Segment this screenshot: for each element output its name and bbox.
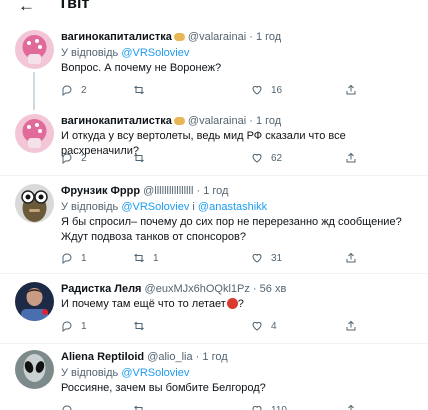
retweet-button[interactable]: [133, 320, 153, 332]
heart-icon: [252, 253, 262, 263]
tweet-text: И почему там ещё что то летает?: [61, 298, 244, 310]
mention-link[interactable]: @VRSoloviev: [121, 201, 189, 213]
tweet-header: Радистка Леля @euxMJx6hOQkl1Pz · 56 хв: [61, 283, 287, 295]
tweet-text: Россияне, зачем вы бомбите Белгород?: [61, 382, 266, 394]
author-name[interactable]: вагинокапиталистка: [61, 115, 172, 127]
share-icon: [346, 84, 356, 95]
bread-emoji-icon: [173, 33, 185, 41]
author-handle[interactable]: @valarainai: [188, 115, 246, 127]
reply-icon: [62, 153, 72, 164]
retweet-button[interactable]: [133, 84, 153, 96]
reply-icon: [62, 253, 72, 264]
retweet-button[interactable]: [133, 152, 153, 164]
tweet[interactable]: вагинокапиталистка @valarainai · 1 год У…: [0, 22, 428, 110]
like-button[interactable]: 4: [251, 320, 277, 332]
retweet-icon: [134, 153, 144, 163]
author-handle[interactable]: @llllllllllllllll: [143, 185, 193, 197]
share-button[interactable]: [345, 84, 357, 96]
tweet-header: вагинокапиталистка @valarainai · 1 год: [61, 115, 282, 127]
retweet-icon: [134, 85, 144, 95]
reply-icon: [62, 405, 72, 410]
like-button[interactable]: 62: [251, 152, 282, 164]
author-handle[interactable]: @valarainai: [188, 31, 246, 43]
page-title: Твіт: [58, 0, 90, 12]
tweet[interactable]: вагинокапиталистка @valarainai · 1 год И…: [0, 106, 428, 176]
author-name[interactable]: Радистка Леля: [61, 283, 141, 295]
timestamp[interactable]: 1 год: [203, 185, 228, 197]
retweet-icon: [134, 405, 143, 410]
reply-to: У відповідь @VRSoloviev: [61, 47, 190, 59]
angry-face-emoji-icon: [226, 298, 238, 309]
reply-to: У відповідь @VRSoloviev і @anastashikk: [61, 201, 268, 213]
heart-icon: [252, 85, 262, 95]
tweet-header: вагинокапиталистка @valarainai · 1 год: [61, 31, 282, 43]
tweet-header: Aliena Reptiloid @alio_lia · 1 год: [61, 351, 228, 363]
like-button[interactable]: 31: [251, 252, 282, 264]
reply-button[interactable]: 1: [61, 252, 87, 264]
retweet-icon: [134, 321, 144, 331]
top-bar: ← Твіт: [0, 0, 428, 18]
author-name[interactable]: Фрунзик Фррр: [61, 185, 140, 197]
thread-line: [33, 72, 35, 110]
reply-button[interactable]: 1: [61, 320, 87, 332]
timestamp[interactable]: 56 хв: [260, 283, 287, 295]
mention-link[interactable]: @VRSoloviev: [121, 367, 189, 379]
avatar[interactable]: [15, 184, 54, 223]
bread-emoji-icon: [173, 117, 185, 125]
reply-button[interactable]: [61, 404, 73, 410]
tweet-text: Вопрос. А почему не Воронеж?: [61, 62, 222, 74]
timestamp[interactable]: 1 год: [256, 115, 281, 127]
tweet[interactable]: Aliena Reptiloid @alio_lia · 1 год У від…: [0, 344, 428, 410]
retweet-button[interactable]: 1: [133, 252, 159, 264]
mention-link[interactable]: @anastashikk: [198, 201, 267, 213]
share-icon: [346, 252, 356, 263]
avatar[interactable]: [15, 114, 54, 153]
reply-to: У відповідь @VRSoloviev: [61, 367, 190, 379]
author-handle[interactable]: @euxMJx6hOQkl1Pz: [145, 283, 250, 295]
share-icon: [346, 152, 356, 163]
avatar[interactable]: [15, 282, 54, 321]
tweet-text: Я бы спросил– почему до сих пор не перер…: [61, 216, 402, 243]
reply-button[interactable]: 2: [61, 84, 87, 96]
share-icon: [348, 404, 354, 410]
timestamp[interactable]: 1 год: [256, 31, 281, 43]
share-button[interactable]: [345, 404, 357, 410]
reply-icon: [62, 321, 72, 332]
arrow-left-icon[interactable]: ←: [18, 0, 35, 16]
mention-link[interactable]: @VRSoloviev: [121, 47, 189, 59]
like-button[interactable]: 110: [251, 404, 287, 410]
author-handle[interactable]: @alio_lia: [147, 351, 192, 363]
author-name[interactable]: Aliena Reptiloid: [61, 351, 144, 363]
avatar[interactable]: [15, 350, 54, 389]
tweet[interactable]: Фрунзик Фррр @llllllllllllllll · 1 год У…: [0, 176, 428, 274]
tweet[interactable]: Радистка Леля @euxMJx6hOQkl1Pz · 56 хв И…: [0, 274, 428, 344]
share-button[interactable]: [345, 252, 357, 264]
avatar[interactable]: [15, 30, 54, 69]
heart-icon: [252, 405, 262, 410]
timestamp[interactable]: 1 год: [202, 351, 227, 363]
share-button[interactable]: [345, 152, 357, 164]
retweet-button[interactable]: [133, 404, 145, 410]
retweet-icon: [134, 253, 144, 263]
like-button[interactable]: 16: [251, 84, 282, 96]
heart-icon: [252, 321, 262, 331]
share-icon: [346, 320, 356, 331]
author-name[interactable]: вагинокапиталистка: [61, 31, 172, 43]
tweet-header: Фрунзик Фррр @llllllllllllllll · 1 год: [61, 185, 229, 197]
share-button[interactable]: [345, 320, 357, 332]
reply-button[interactable]: 2: [61, 152, 87, 164]
heart-icon: [252, 153, 262, 163]
reply-icon: [62, 85, 72, 96]
